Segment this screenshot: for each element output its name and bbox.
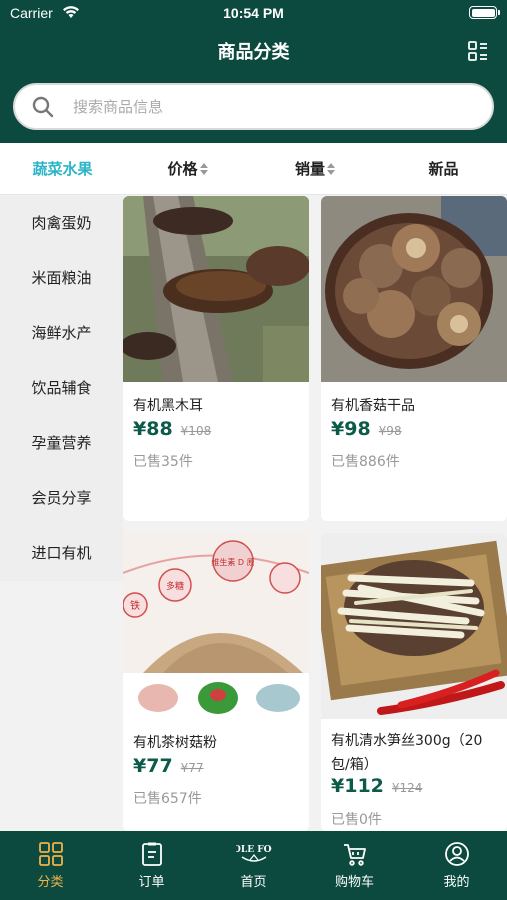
header: Carrier 10:54 PM 商品分类: [0, 0, 507, 143]
filter-price-tab[interactable]: 价格: [125, 143, 250, 195]
tab-label: 分类: [37, 875, 64, 890]
filter-label: 价格: [167, 160, 198, 178]
product-image-bamboo-shoots: [321, 533, 507, 719]
product-price: ¥88: [133, 418, 173, 440]
price-row: ¥77 ¥77: [133, 755, 204, 777]
bubble-text: 维生素 D 原: [211, 557, 254, 567]
sidebar-item[interactable]: 饮品辅食: [0, 361, 123, 416]
grid-icon: [39, 842, 63, 866]
filter-sales-tab[interactable]: 销量: [250, 143, 380, 195]
product-price: ¥77: [133, 755, 173, 777]
product-name: 有机黑木耳: [133, 398, 203, 414]
sidebar-item[interactable]: 孕童营养: [0, 416, 123, 471]
search-bar[interactable]: [13, 83, 494, 130]
clock: 10:54 PM: [223, 5, 284, 21]
product-name: 有机茶树菇粉: [133, 735, 217, 751]
product-image-black-fungus: [123, 196, 309, 382]
sidebar-item[interactable]: 进口有机: [0, 526, 123, 581]
price-row: ¥112 ¥124: [331, 775, 422, 797]
product-image-shiitake: [321, 196, 507, 382]
tab-profile[interactable]: 我的: [406, 831, 507, 900]
search-icon: [32, 96, 54, 118]
sort-arrows-icon: [327, 162, 335, 176]
sold-count: 已售657件: [133, 791, 202, 807]
tab-home[interactable]: WHOLE FOODS 首页: [203, 831, 304, 900]
sold-count: 已售886件: [331, 454, 400, 470]
original-price: ¥77: [180, 761, 204, 775]
product-card[interactable]: 维生素 D 原 多糖 铁 有机茶树菇粉 ¥77 ¥77 已售657件: [123, 533, 309, 831]
product-price: ¥112: [331, 775, 384, 797]
bubble-text: 多糖: [166, 580, 184, 592]
tab-label: 首页: [240, 875, 267, 890]
tab-label: 我的: [443, 875, 470, 890]
user-icon: [445, 842, 469, 866]
category-sidebar: 肉禽蛋奶 米面粮油 海鲜水产 饮品辅食 孕童营养 会员分享 进口有机: [0, 196, 123, 581]
clipboard-icon: [142, 842, 162, 866]
sold-count: 已售35件: [133, 454, 193, 470]
product-card[interactable]: 有机香菇干品 ¥98 ¥98 已售886件: [321, 196, 507, 521]
price-row: ¥88 ¥108: [133, 418, 211, 440]
tab-cart[interactable]: 购物车: [304, 831, 405, 900]
filter-label: 销量: [294, 160, 325, 178]
tab-orders[interactable]: 订单: [101, 831, 202, 900]
logo-text: WHOLE FOODS: [236, 845, 272, 855]
page-title: 商品分类: [217, 42, 290, 63]
filter-bar: 蔬菜水果 价格 销量 新品: [0, 143, 507, 195]
status-bar: Carrier 10:54 PM: [0, 0, 507, 28]
list-view-icon[interactable]: [467, 40, 489, 62]
product-name: 有机清水笋丝300g（20包/箱）: [331, 733, 483, 773]
filter-new-tab[interactable]: 新品: [380, 143, 507, 195]
sidebar-item[interactable]: 海鲜水产: [0, 306, 123, 361]
product-name: 有机香菇干品: [331, 398, 415, 414]
sidebar-item[interactable]: 米面粮油: [0, 251, 123, 306]
sidebar-item[interactable]: 会员分享: [0, 471, 123, 526]
product-card[interactable]: 有机黑木耳 ¥88 ¥108 已售35件: [123, 196, 309, 521]
whole-foods-logo: WHOLE FOODS: [236, 845, 272, 862]
cart-icon: [344, 844, 366, 866]
original-price: ¥98: [378, 424, 402, 438]
sold-count: 已售0件: [331, 812, 382, 828]
search-input[interactable]: [73, 85, 473, 128]
sidebar-item[interactable]: 肉禽蛋奶: [0, 196, 123, 251]
bubble-text: 铁: [130, 599, 140, 612]
tab-bar: 分类 订单 WHOLE FOODS 首页 购物车 我的: [0, 831, 507, 900]
filter-label: 新品: [428, 160, 459, 178]
product-card[interactable]: 有机清水笋丝300g（20包/箱） ¥112 ¥124 已售0件: [321, 533, 507, 831]
product-price: ¥98: [331, 418, 371, 440]
tab-label: 购物车: [334, 875, 374, 890]
original-price: ¥108: [180, 424, 212, 438]
tab-label: 订单: [138, 875, 165, 890]
battery-icon: [469, 6, 500, 19]
sort-arrows-icon: [199, 162, 208, 176]
product-image-mushroom-powder: 维生素 D 原 多糖 铁: [123, 533, 309, 719]
price-row: ¥98 ¥98: [331, 418, 402, 440]
filter-category-tab[interactable]: 蔬菜水果: [0, 143, 125, 195]
tab-category[interactable]: 分类: [0, 831, 101, 900]
original-price: ¥124: [391, 781, 423, 795]
filter-label: 蔬菜水果: [32, 160, 93, 178]
